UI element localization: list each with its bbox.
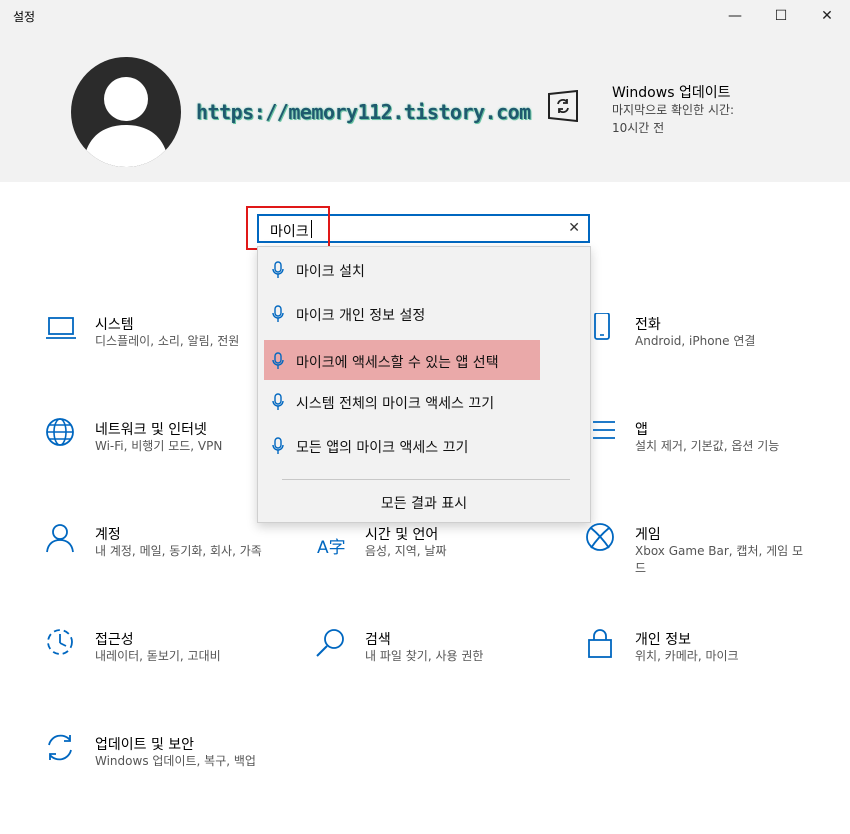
category-system[interactable]: 시스템 디스플레이, 소리, 알림, 전원 (45, 313, 285, 383)
microphone-icon (272, 393, 284, 410)
xbox-icon (586, 523, 614, 551)
apps-list-icon (593, 421, 615, 439)
search-icon (316, 629, 344, 657)
category-gaming[interactable]: 게임 Xbox Game Bar, 캡처, 게임 모드 (585, 523, 825, 593)
ease-of-access-icon (47, 629, 73, 655)
category-title: 검색 (365, 632, 391, 648)
laptop-icon (46, 317, 76, 339)
suggestion-label: 시스템 전체의 마이크 액세스 끄기 (296, 396, 495, 412)
suggestion-item[interactable]: 마이크 설치 (264, 249, 540, 289)
category-description: 내 계정, 메일, 동기화, 회사, 가족 (95, 544, 262, 558)
minimize-icon: — (728, 8, 742, 24)
category-privacy[interactable]: 개인 정보 위치, 카메라, 마이크 (585, 628, 825, 698)
category-description: 설치 제거, 기본값, 옵션 기능 (635, 439, 780, 453)
watermark-text: https://memory112.tistory.com (196, 100, 531, 124)
category-title: 앱 (635, 422, 648, 438)
minimize-button[interactable]: — (712, 0, 758, 32)
category-description: 내레이터, 돋보기, 고대비 (95, 649, 221, 663)
category-description: Android, iPhone 연결 (635, 334, 756, 348)
category-accounts[interactable]: 계정 내 계정, 메일, 동기화, 회사, 가족 (45, 523, 285, 593)
category-time-language[interactable]: A字 시간 및 언어 음성, 지역, 날짜 (315, 523, 555, 593)
category-description: 내 파일 찾기, 사용 권한 (365, 649, 484, 663)
suggestion-item[interactable]: 마이크 개인 정보 설정 (264, 293, 540, 333)
windows-update-icon[interactable] (546, 89, 580, 126)
category-phone[interactable]: 전화 Android, iPhone 연결 (585, 313, 825, 383)
category-title: 접근성 (95, 632, 134, 648)
show-all-results-button[interactable]: 모든 결과 표시 (258, 493, 590, 513)
sync-icon (48, 734, 72, 761)
maximize-button[interactable]: ☐ (758, 0, 804, 32)
app-title: 설정 (13, 10, 36, 24)
category-title: 계정 (95, 527, 121, 543)
globe-icon (46, 418, 74, 446)
windows-update-title[interactable]: Windows 업데이트 (612, 82, 730, 102)
category-title: 네트워크 및 인터넷 (95, 422, 207, 438)
category-description: Windows 업데이트, 복구, 백업 (95, 754, 256, 768)
category-description: 위치, 카메라, 마이크 (635, 649, 739, 663)
avatar[interactable] (71, 57, 181, 167)
category-title: 시스템 (95, 317, 134, 333)
search-suggestions-dropdown: 마이크 설치 마이크 개인 정보 설정 마이크에 액세스할 수 있는 앱 선택 … (257, 246, 591, 523)
category-ease-of-access[interactable]: 접근성 내레이터, 돋보기, 고대비 (45, 628, 285, 698)
close-icon: ✕ (821, 8, 833, 24)
close-button[interactable]: ✕ (804, 0, 850, 32)
windows-update-subtitle: 마지막으로 확인한 시간: 10시간 전 (612, 103, 735, 135)
time-language-icon: A字 (317, 538, 346, 557)
svg-text:A字: A字 (317, 538, 346, 557)
category-search[interactable]: 검색 내 파일 찾기, 사용 권한 (315, 628, 555, 698)
suggestion-label: 마이크에 액세스할 수 있는 앱 선택 (296, 355, 499, 371)
category-description: Xbox Game Bar, 캡처, 게임 모드 (635, 544, 804, 575)
annotation-highlight-box (246, 206, 330, 250)
category-title: 전화 (635, 317, 661, 333)
maximize-icon: ☐ (774, 8, 788, 24)
suggestion-item[interactable]: 모든 앱의 마이크 액세스 끄기 (264, 425, 540, 465)
title-bar: 설정 — ☐ ✕ (0, 0, 850, 32)
category-title: 게임 (635, 527, 661, 543)
category-title: 시간 및 언어 (365, 527, 439, 543)
category-title: 개인 정보 (635, 632, 691, 648)
user-silhouette-icon (83, 77, 169, 167)
dropdown-divider (282, 479, 570, 480)
category-network[interactable]: 네트워크 및 인터넷 Wi-Fi, 비행기 모드, VPN (45, 418, 285, 488)
suggestion-item-highlighted[interactable]: 마이크에 액세스할 수 있는 앱 선택 (264, 340, 540, 380)
clear-search-button[interactable]: ✕ (568, 220, 580, 236)
category-description: 음성, 지역, 날짜 (365, 544, 447, 558)
lock-icon (588, 629, 612, 658)
category-title: 업데이트 및 보안 (95, 737, 195, 753)
phone-icon (594, 313, 610, 340)
person-icon (46, 524, 74, 553)
suggestion-label: 모든 앱의 마이크 액세스 끄기 (296, 440, 469, 456)
suggestion-item[interactable]: 시스템 전체의 마이크 액세스 끄기 (264, 381, 540, 421)
suggestion-label: 마이크 설치 (296, 264, 365, 280)
category-apps[interactable]: 앱 설치 제거, 기본값, 옵션 기능 (585, 418, 825, 488)
category-description: 디스플레이, 소리, 알림, 전원 (95, 334, 240, 348)
microphone-icon (272, 261, 284, 278)
category-description: Wi-Fi, 비행기 모드, VPN (95, 439, 223, 453)
suggestion-label: 마이크 개인 정보 설정 (296, 308, 426, 324)
category-update-security[interactable]: 업데이트 및 보안 Windows 업데이트, 복구, 백업 (45, 733, 285, 803)
